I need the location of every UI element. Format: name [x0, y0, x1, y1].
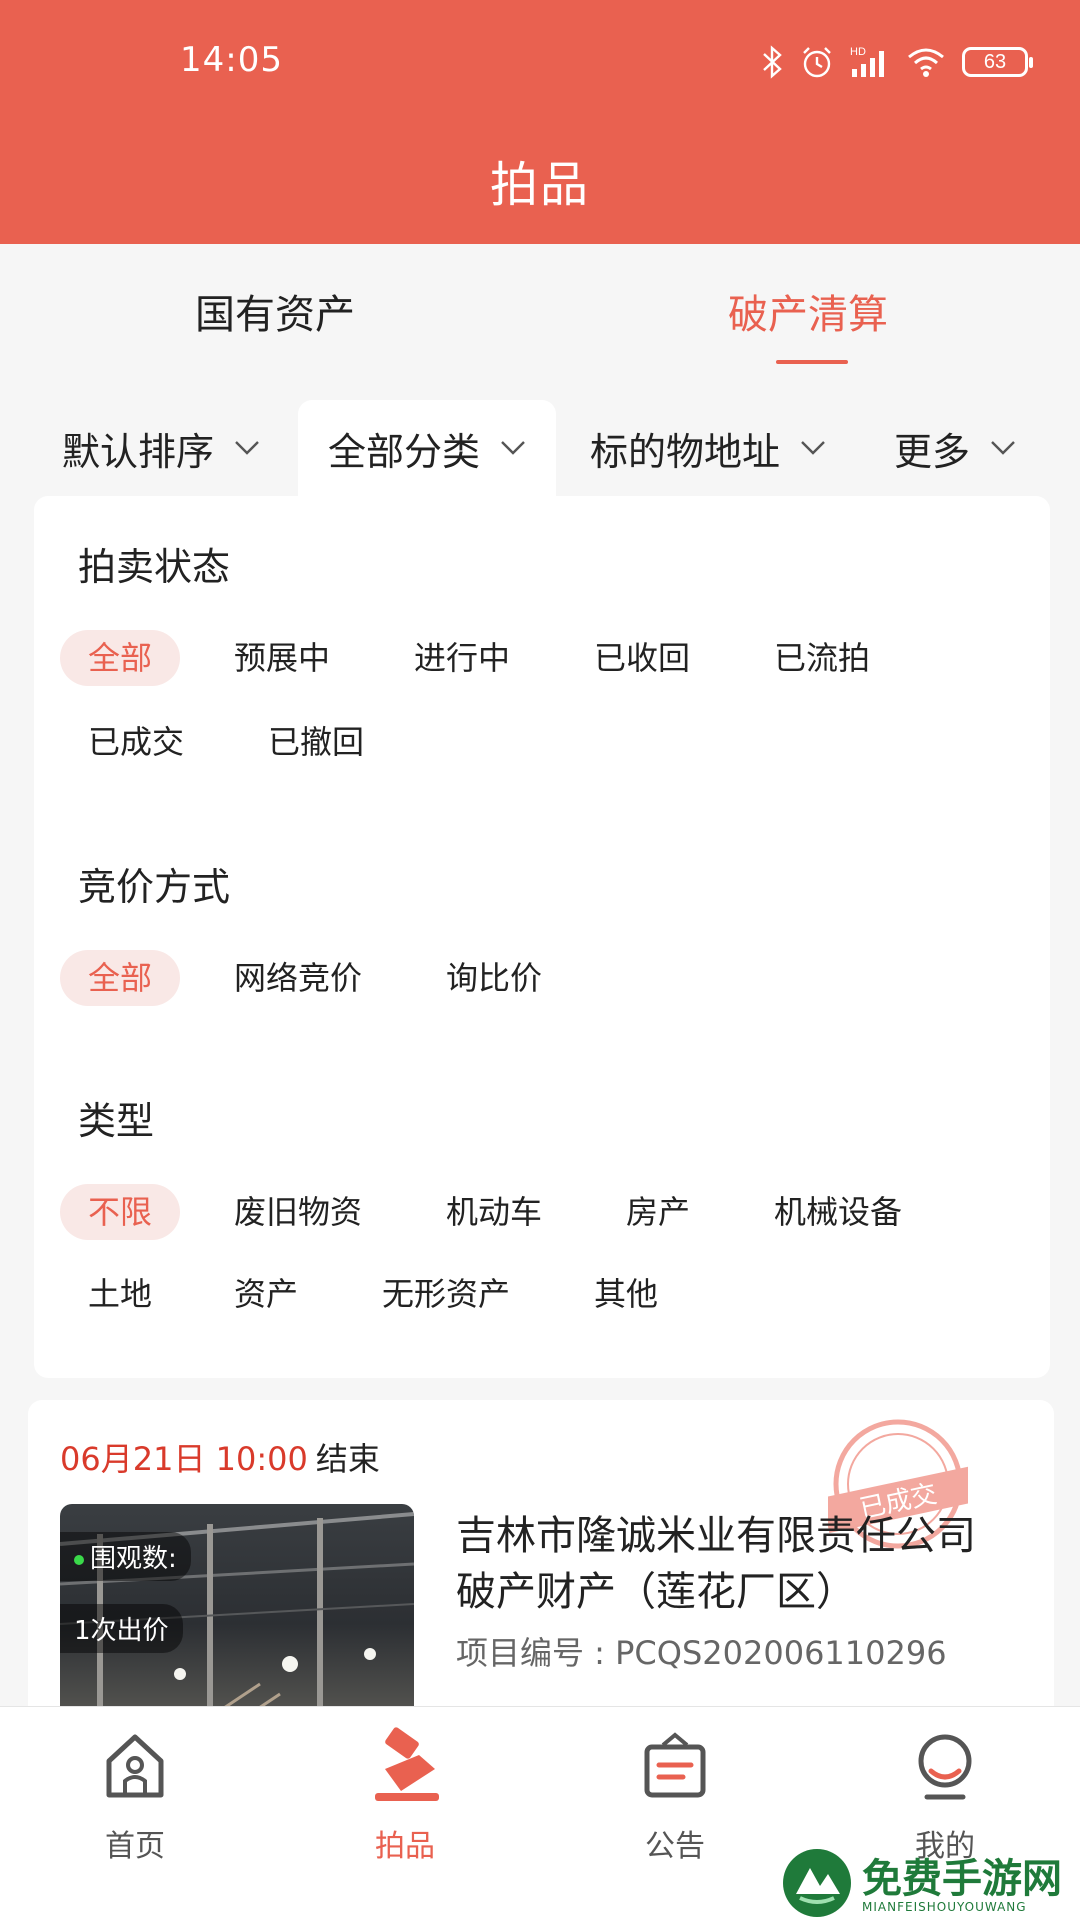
network-type-label: HD — [850, 46, 866, 58]
nav-auction-items[interactable]: 拍品 — [305, 1725, 505, 1865]
nav-announcements[interactable]: 公告 — [575, 1725, 775, 1865]
nav-auction-label: 拍品 — [375, 1829, 435, 1864]
chip-type-scrap[interactable]: 废旧物资 — [234, 1184, 362, 1240]
status-time: 14:05 — [180, 40, 283, 80]
bids-badge: 1次出价 — [60, 1604, 183, 1653]
filter-label: 标的物地址 — [590, 429, 781, 474]
chevron-down-icon — [800, 440, 826, 456]
section-title-auction-status: 拍卖状态 — [78, 545, 231, 589]
chip-status-withdrawn[interactable]: 已收回 — [594, 630, 690, 686]
chip-type-vehicle[interactable]: 机动车 — [446, 1184, 542, 1240]
listing-project-code: 项目编号 : PCQS202006110296 — [456, 1634, 947, 1672]
status-icons: HD 63 — [760, 42, 1033, 82]
auction-hammer-icon — [375, 1727, 439, 1801]
chip-type-land[interactable]: 土地 — [88, 1266, 152, 1322]
chip-status-revoked[interactable]: 已撤回 — [268, 714, 364, 770]
listing-title-line2: 破产财产（莲花厂区） — [456, 1569, 856, 1615]
chip-bidding-online[interactable]: 网络竞价 — [234, 950, 362, 1006]
views-badge: 围观数: — [60, 1532, 191, 1581]
chevron-down-icon — [234, 440, 260, 456]
chip-type-assets[interactable]: 资产 — [234, 1266, 298, 1322]
listing-end-label: 结束 — [315, 1440, 380, 1478]
status-bar: 14:05 HD 63 — [0, 0, 1080, 120]
filter-label: 全部分类 — [328, 429, 481, 474]
bluetooth-icon — [760, 45, 784, 79]
site-watermark: 免费手游网 MIANFEISHOUYOUWANG — [780, 1846, 1080, 1920]
chevron-down-icon — [990, 440, 1016, 456]
nav-home[interactable]: 首页 — [35, 1725, 235, 1865]
chip-status-all[interactable]: 全部 — [60, 630, 180, 686]
nav-announcements-label: 公告 — [645, 1829, 705, 1864]
app-header: 14:05 HD 63 拍品 — [0, 0, 1080, 244]
listing-title-line1: 吉林市隆诚米业有限责任公司 — [456, 1513, 976, 1559]
chip-type-intangible[interactable]: 无形资产 — [382, 1266, 510, 1322]
live-dot-icon — [74, 1554, 84, 1565]
watermark-subtext: MIANFEISHOUYOUWANG — [862, 1900, 1027, 1914]
active-tab-indicator — [776, 360, 848, 364]
chip-status-failed[interactable]: 已流拍 — [774, 630, 870, 686]
chip-type-machinery[interactable]: 机械设备 — [774, 1184, 902, 1240]
chip-bidding-inquiry[interactable]: 询比价 — [446, 950, 542, 1006]
chip-status-ongoing[interactable]: 进行中 — [414, 630, 510, 686]
alarm-icon — [800, 45, 834, 79]
home-icon — [106, 1734, 164, 1798]
chevron-down-icon — [500, 440, 526, 456]
filter-label: 默认排序 — [62, 429, 215, 474]
chip-bidding-all[interactable]: 全部 — [60, 950, 180, 1006]
top-tabs: 国有资产 破产清算 — [0, 244, 1080, 378]
tab-bankruptcy-liquidation[interactable]: 破产清算 — [728, 282, 888, 340]
category-filter-panel: 拍卖状态 全部 预展中 进行中 已收回 已流拍 已成交 已撤回 竞价方式 全部 … — [34, 496, 1050, 1378]
listing-date: 06月21日 10:00 — [60, 1440, 308, 1478]
filter-bar: 默认排序 全部分类 标的物地址 更多 — [0, 400, 1080, 496]
announcement-icon — [644, 1732, 706, 1798]
filter-more[interactable]: 更多 — [894, 400, 1016, 496]
section-title-bidding-method: 竞价方式 — [78, 865, 231, 909]
filter-default-sort[interactable]: 默认排序 — [62, 400, 260, 496]
filter-item-address[interactable]: 标的物地址 — [590, 400, 826, 496]
section-title-type: 类型 — [78, 1099, 155, 1143]
chip-type-real-estate[interactable]: 房产 — [626, 1184, 690, 1240]
watermark-text: 免费手游网 — [862, 1855, 1062, 1902]
filter-all-categories[interactable]: 全部分类 — [298, 400, 557, 496]
views-label: 围观数: — [90, 1544, 177, 1574]
filter-label: 更多 — [894, 429, 971, 474]
watermark-logo-icon — [783, 1849, 851, 1917]
chip-type-unlimited[interactable]: 不限 — [60, 1184, 180, 1240]
nav-profile[interactable]: 我的 — [845, 1725, 1045, 1865]
chip-status-preview[interactable]: 预展中 — [234, 630, 330, 686]
chip-status-sold[interactable]: 已成交 — [88, 714, 184, 770]
listing-title[interactable]: 吉林市隆诚米业有限责任公司 破产财产（莲花厂区） — [456, 1508, 1036, 1620]
battery-icon: 63 — [962, 47, 1033, 77]
tab-state-assets[interactable]: 国有资产 — [195, 282, 355, 340]
page-title: 拍品 — [489, 157, 590, 213]
profile-icon — [918, 1734, 972, 1800]
wifi-icon — [906, 45, 946, 79]
signal-icon: HD — [850, 45, 890, 79]
listing-end-time: 06月21日 10:00 结束 — [60, 1434, 380, 1480]
chip-type-other[interactable]: 其他 — [594, 1266, 658, 1322]
nav-home-label: 首页 — [105, 1829, 165, 1864]
